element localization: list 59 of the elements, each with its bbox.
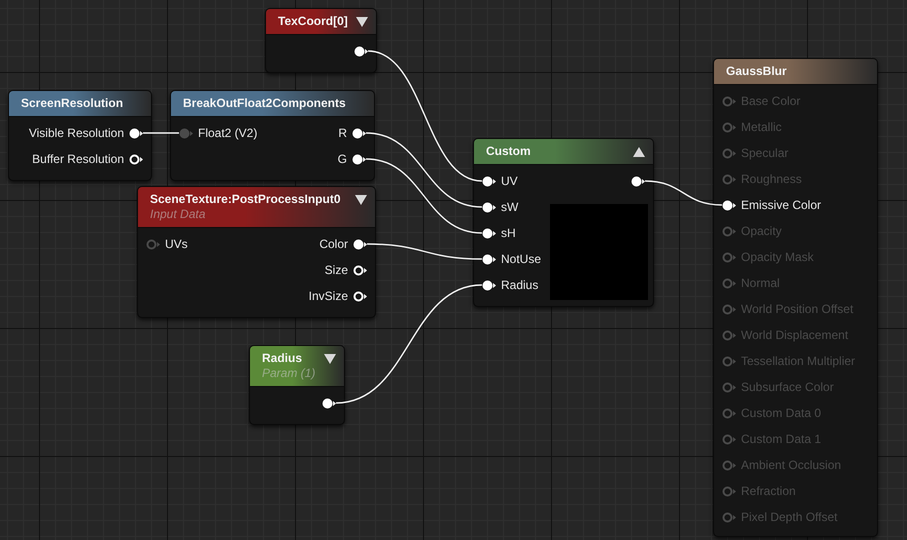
pin-icon[interactable] bbox=[354, 46, 368, 56]
pin-label: InvSize bbox=[308, 288, 348, 305]
pin-icon[interactable] bbox=[482, 228, 496, 238]
pin-icon[interactable] bbox=[353, 238, 367, 250]
pin-label: Color bbox=[319, 236, 348, 253]
pin-icon[interactable] bbox=[129, 154, 143, 164]
node-header[interactable]: Radius Param (1) bbox=[250, 346, 344, 387]
node-card[interactable]: ScreenResolution Visible Resolution Buffer Resolution bbox=[8, 90, 152, 181]
pin-icon[interactable] bbox=[352, 154, 366, 164]
pin-icon[interactable] bbox=[352, 128, 366, 138]
node-subtitle: Input Data bbox=[150, 207, 206, 222]
node-header[interactable]: ScreenResolution bbox=[9, 91, 151, 117]
pin-label: Size bbox=[324, 262, 348, 279]
node-header[interactable]: SceneTexture:PostProcessInput0 Input Data bbox=[138, 187, 375, 228]
pin-label: Emissive Color bbox=[741, 197, 822, 214]
expand-arrow-icon[interactable] bbox=[355, 195, 367, 205]
pin-label: UV bbox=[501, 173, 518, 190]
pin-label: UVs bbox=[165, 236, 188, 253]
expand-arrow-icon[interactable] bbox=[324, 354, 336, 364]
pin-label: R bbox=[338, 125, 347, 142]
node-title: ScreenResolution bbox=[21, 95, 124, 111]
pin-label: Buffer Resolution bbox=[32, 151, 124, 168]
pin-icon[interactable] bbox=[722, 200, 736, 210]
wire bbox=[143, 132, 179, 134]
pin-label: Visible Resolution bbox=[28, 125, 124, 142]
node-header[interactable]: BreakOutFloat2Components bbox=[171, 91, 374, 117]
pin-label: G bbox=[338, 151, 347, 168]
node-title: Radius bbox=[262, 350, 304, 366]
expand-arrow-icon[interactable] bbox=[356, 17, 368, 27]
pin-icon[interactable] bbox=[353, 264, 367, 276]
pin-icon[interactable] bbox=[482, 202, 496, 212]
pin-icon[interactable] bbox=[482, 280, 496, 290]
node-card[interactable]: BreakOutFloat2Components Float2 (V2) R G bbox=[170, 90, 375, 181]
pin-icon[interactable] bbox=[322, 398, 336, 408]
pin-label: Float2 (V2) bbox=[198, 125, 258, 142]
collapse-arrow-icon[interactable] bbox=[633, 147, 645, 157]
node-title: GaussBlur bbox=[726, 63, 788, 79]
pin-label: NotUse bbox=[501, 251, 542, 268]
pin-icon[interactable] bbox=[631, 176, 645, 186]
node-card[interactable] bbox=[713, 58, 878, 537]
pin-label: sW bbox=[501, 199, 518, 216]
pin-label: sH bbox=[501, 225, 516, 242]
node-header[interactable]: Custom bbox=[474, 139, 653, 165]
node-title: Custom bbox=[486, 143, 532, 159]
pin-icon[interactable] bbox=[353, 290, 367, 302]
node-header[interactable]: GaussBlur bbox=[714, 59, 877, 85]
node-subtitle: Param (1) bbox=[262, 366, 316, 381]
node-title: BreakOutFloat2Components bbox=[183, 95, 347, 111]
pin-icon[interactable] bbox=[129, 128, 143, 138]
node-card[interactable]: SceneTexture:PostProcessInput0 Input Data UVs Color Size InvSize bbox=[137, 186, 376, 318]
node-header[interactable]: TexCoord[0] bbox=[266, 9, 376, 35]
node-card[interactable]: Custom UV sW sH NotUse Radius bbox=[473, 138, 654, 307]
node-card[interactable]: Radius Param (1) bbox=[249, 345, 345, 425]
node-title: SceneTexture:PostProcessInput0 bbox=[150, 191, 342, 207]
node-card[interactable]: TexCoord[0] bbox=[265, 8, 377, 73]
node-title: TexCoord[0] bbox=[278, 13, 349, 29]
pin-label: Radius bbox=[501, 277, 538, 294]
pin-icon[interactable] bbox=[482, 254, 496, 264]
pin-icon[interactable] bbox=[482, 176, 496, 186]
